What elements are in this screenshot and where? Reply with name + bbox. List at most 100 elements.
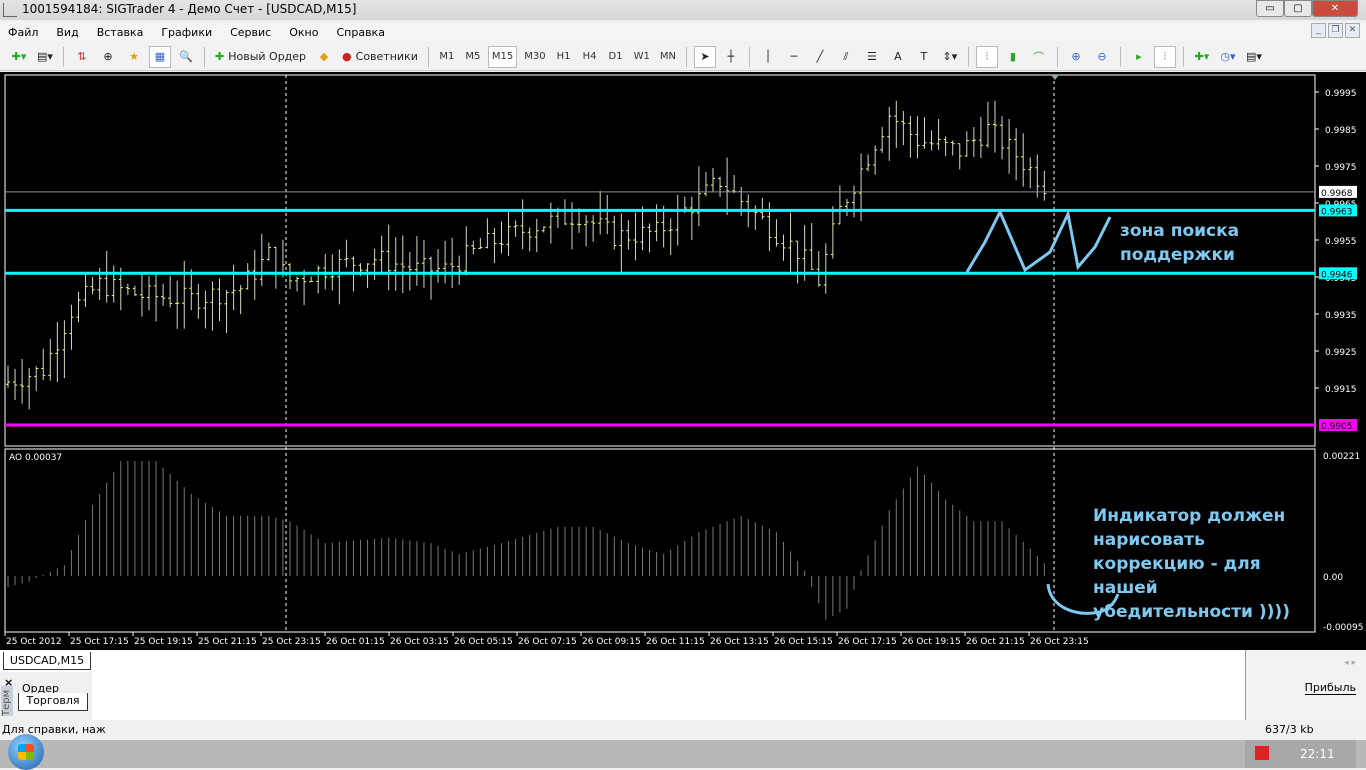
chart-window[interactable]: 0.99950.99850.99750.99650.99550.99450.99… bbox=[0, 72, 1366, 650]
hand-drawn-zigzag bbox=[965, 208, 1112, 273]
advisors-icon: ● bbox=[342, 50, 352, 63]
price-label: 0.9955 bbox=[1325, 237, 1357, 247]
auto-scroll-icon[interactable]: ▸ bbox=[1128, 46, 1150, 68]
channel-icon[interactable]: ⫽ bbox=[835, 46, 857, 68]
title-bar: 1001594184: SIGTrader 4 - Демо Счет - [U… bbox=[0, 0, 1366, 20]
close-button[interactable]: ✕ bbox=[1312, 0, 1358, 17]
warning-icon[interactable]: ◆ bbox=[313, 46, 335, 68]
tf-h4[interactable]: H4 bbox=[579, 46, 601, 68]
zoom-out-icon[interactable]: ⊖ bbox=[1091, 46, 1113, 68]
price-label: 0.9925 bbox=[1325, 348, 1357, 358]
indicator-axis-label: 0.00 bbox=[1323, 573, 1343, 583]
tf-m1[interactable]: M1 bbox=[436, 46, 458, 68]
menu-file[interactable]: Файл bbox=[8, 26, 38, 39]
terminal-side-tab[interactable]: Терм bbox=[1, 686, 13, 716]
level-price-label: 0.9905 bbox=[1321, 422, 1353, 432]
time-label: 26 Oct 01:15 bbox=[326, 637, 385, 647]
terminal-panel: × Терм Ордер Торговля bbox=[0, 672, 92, 720]
clock[interactable]: 22:11 bbox=[1300, 747, 1335, 761]
chart-close-button[interactable]: ✕ bbox=[1345, 23, 1360, 38]
menu-tools[interactable]: Сервис bbox=[230, 26, 271, 39]
menu-help[interactable]: Справка bbox=[336, 26, 384, 39]
current-price-label: 0.9968 bbox=[1321, 189, 1353, 199]
indicators-icon[interactable]: ✚▾ bbox=[1191, 46, 1213, 68]
profiles-button[interactable]: ▤▾ bbox=[34, 46, 56, 68]
text-label-icon[interactable]: T bbox=[913, 46, 935, 68]
menu-bar: Файл Вид Вставка Графики Сервис Окно Спр… bbox=[0, 22, 1366, 42]
price-label: 0.9935 bbox=[1325, 311, 1357, 321]
terminal-icon[interactable]: ▦ bbox=[149, 45, 171, 68]
indicator-axis-label: -0.00095 bbox=[1323, 623, 1363, 633]
price-label: 0.9985 bbox=[1325, 126, 1357, 136]
tf-m15[interactable]: M15 bbox=[487, 45, 518, 68]
status-help-text: Для справки, наж bbox=[2, 723, 106, 736]
chart-restore-button[interactable]: ❐ bbox=[1328, 23, 1343, 38]
text-icon[interactable]: A bbox=[887, 46, 909, 68]
time-label: 25 Oct 2012 bbox=[6, 637, 62, 647]
time-label: 26 Oct 23:15 bbox=[1030, 637, 1089, 647]
line-chart-icon[interactable]: ⌒ bbox=[1028, 46, 1050, 68]
scroll-arrows-icon[interactable]: ◂ ▸ bbox=[1344, 658, 1356, 668]
menu-charts[interactable]: Графики bbox=[161, 26, 212, 39]
terminal-right-panel: ◂ ▸ Прибыль bbox=[1245, 650, 1366, 720]
time-label: 25 Oct 17:15 bbox=[70, 637, 129, 647]
tf-w1[interactable]: W1 bbox=[631, 46, 653, 68]
kaspersky-icon[interactable] bbox=[1255, 746, 1269, 760]
tf-m30[interactable]: M30 bbox=[521, 46, 548, 68]
time-label: 26 Oct 15:15 bbox=[774, 637, 833, 647]
new-chart-button[interactable]: ✚▾ bbox=[8, 46, 30, 68]
time-label: 25 Oct 21:15 bbox=[198, 637, 257, 647]
menu-insert[interactable]: Вставка bbox=[97, 26, 144, 39]
cursor-icon[interactable]: ➤ bbox=[693, 45, 716, 68]
chart-minimize-button[interactable]: _ bbox=[1311, 23, 1326, 38]
menu-window[interactable]: Окно bbox=[289, 26, 318, 39]
window-title: 1001594184: SIGTrader 4 - Демо Счет - [U… bbox=[22, 2, 357, 16]
menu-view[interactable]: Вид bbox=[56, 26, 78, 39]
new-order-icon: ✚ bbox=[215, 50, 225, 63]
zoom-in-icon[interactable]: ⊕ bbox=[1065, 46, 1087, 68]
chart-shift-icon[interactable]: ⫶ bbox=[1153, 45, 1176, 68]
new-order-button[interactable]: ✚ Новый Ордер bbox=[212, 46, 309, 68]
tab-trade[interactable]: Торговля bbox=[18, 693, 88, 711]
price-pane-border bbox=[4, 74, 1316, 447]
indicator-label: AO 0.00037 bbox=[9, 453, 62, 463]
tab-usdcad-m15[interactable]: USDCAD,M15 bbox=[3, 652, 91, 670]
maximize-button[interactable]: ▢ bbox=[1284, 0, 1312, 17]
traffic-counter: 637/3 kb bbox=[1265, 723, 1314, 736]
profit-column-header[interactable]: Прибыль bbox=[1304, 681, 1356, 695]
navigator-icon[interactable]: ★ bbox=[123, 46, 145, 68]
time-label: 26 Oct 21:15 bbox=[966, 637, 1025, 647]
minimize-button[interactable]: ▭ bbox=[1256, 0, 1284, 17]
time-label: 25 Oct 19:15 bbox=[134, 637, 193, 647]
arrows-icon[interactable]: ⇕▾ bbox=[939, 46, 961, 68]
tf-mn[interactable]: MN bbox=[657, 46, 679, 68]
indicator-annotation: Индикатор должен нарисовать коррекцию - … bbox=[1093, 506, 1290, 622]
time-label: 26 Oct 05:15 bbox=[454, 637, 513, 647]
vertical-line-icon[interactable]: │ bbox=[757, 46, 779, 68]
time-label: 26 Oct 19:15 bbox=[902, 637, 961, 647]
tester-icon[interactable]: 🔍 bbox=[175, 46, 197, 68]
horizontal-line-icon[interactable]: ─ bbox=[783, 46, 805, 68]
templates-icon[interactable]: ▤▾ bbox=[1243, 46, 1265, 68]
tf-d1[interactable]: D1 bbox=[605, 46, 627, 68]
crosshair-tool-icon[interactable]: ┼ bbox=[720, 46, 742, 68]
market-watch-icon[interactable]: ⇅ bbox=[71, 46, 93, 68]
level-price-label: 0.9946 bbox=[1321, 270, 1353, 280]
time-label: 26 Oct 03:15 bbox=[390, 637, 449, 647]
trendline-icon[interactable]: ╱ bbox=[809, 46, 831, 68]
chart-shift-marker bbox=[1051, 75, 1059, 80]
crosshair-icon[interactable]: ⊕ bbox=[97, 46, 119, 68]
fibonacci-icon[interactable]: ☰ bbox=[861, 46, 883, 68]
tf-h1[interactable]: H1 bbox=[553, 46, 575, 68]
periods-icon[interactable]: ◷▾ bbox=[1217, 46, 1239, 68]
price-label: 0.9975 bbox=[1325, 163, 1357, 173]
candles-icon[interactable]: ▮ bbox=[1002, 46, 1024, 68]
tf-m5[interactable]: M5 bbox=[462, 46, 484, 68]
zone-annotation: зона поиска поддержки bbox=[1120, 221, 1240, 265]
time-label: 26 Oct 17:15 bbox=[838, 637, 897, 647]
bar-chart-icon[interactable]: ⫶ bbox=[975, 45, 998, 68]
advisors-button[interactable]: ● Советники bbox=[339, 46, 421, 68]
price-label: 0.9995 bbox=[1325, 89, 1357, 99]
status-bar: Для справки, наж 637/3 kb bbox=[0, 720, 1366, 740]
start-button[interactable] bbox=[8, 734, 44, 770]
